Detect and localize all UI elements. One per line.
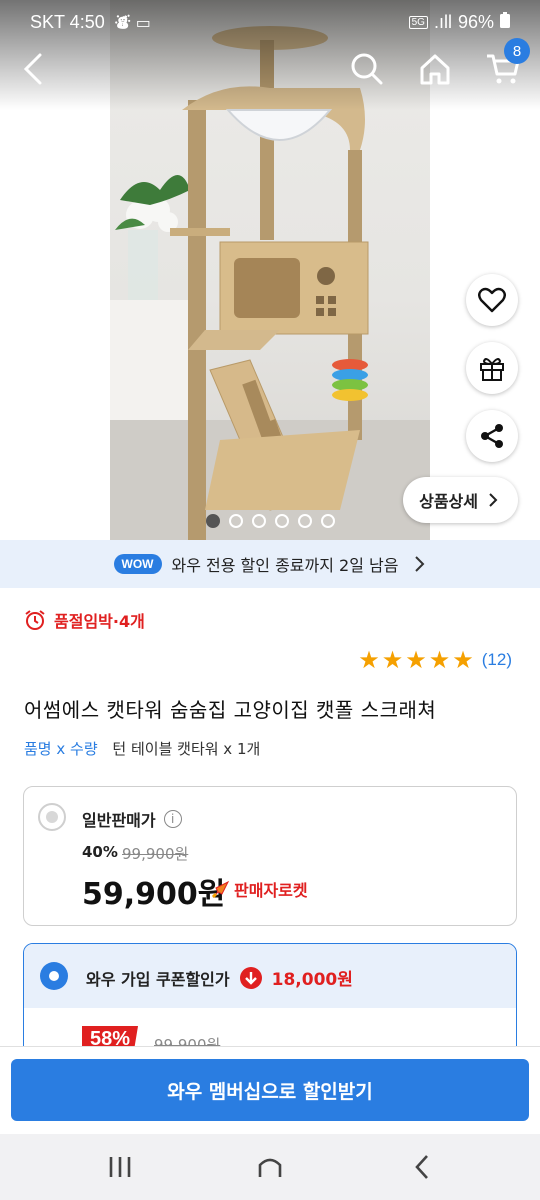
wishlist-button[interactable] (466, 274, 518, 326)
home-icon (420, 54, 450, 85)
system-home-icon (258, 1158, 282, 1177)
chevron-right-icon (489, 493, 498, 507)
wow-membership-cta-button[interactable]: 와우 멤버십으로 할인받기 (11, 1059, 529, 1121)
share-button[interactable] (466, 410, 518, 462)
product-title: 어썸에스 캣타워 숨숨집 고양이집 캣폴 스크래쳐 (24, 698, 437, 722)
general-price-label: 일반판매가 (82, 811, 156, 830)
rating[interactable]: ★ ★ ★ ★ ★ (12) (358, 648, 512, 672)
wow-banner-text: 와우 전용 할인 종료까지 2일 남음 (171, 556, 399, 575)
home-button[interactable] (410, 44, 460, 94)
arrow-down-icon (239, 966, 262, 989)
wow-price-radio[interactable] (40, 962, 68, 990)
wow-price-label-row: 와우 가입 쿠폰할인가 18,000원 (86, 965, 353, 990)
back-button[interactable] (8, 44, 58, 94)
battery-level: 96% (457, 11, 494, 32)
search-icon (351, 53, 383, 85)
status-bar: SKT 4:50 ⛇ ▭ 5G .ıll 96% (0, 0, 540, 44)
seller-rocket-label: 판매자로켓 (234, 881, 308, 900)
cart-button[interactable]: 8 (478, 38, 530, 94)
gift-icon (480, 358, 504, 381)
top-navigation: 8 (0, 38, 540, 94)
cart-count-badge: 8 (504, 38, 530, 64)
status-notification-icons: ⛇ ▭ (114, 12, 151, 32)
heart-icon (478, 287, 506, 313)
status-right: 5G .ıll 96% (408, 11, 510, 33)
network-5g-icon: 5G (408, 15, 428, 29)
gift-button[interactable] (466, 342, 518, 394)
stock-warning: 품절임박·4개 (24, 608, 145, 632)
star-icon: ★ (428, 646, 451, 674)
general-price-option[interactable]: 일반판매가 i 40% 99,900원 59,900원 판매자로켓 (23, 786, 517, 926)
info-icon[interactable]: i (163, 810, 182, 828)
search-button[interactable] (342, 44, 392, 94)
system-navigation-bar (0, 1134, 540, 1200)
system-home-button[interactable] (250, 1150, 290, 1184)
gallery-dot[interactable] (298, 514, 312, 528)
alarm-clock-icon (25, 610, 45, 630)
signal-icon: .ıll (433, 11, 452, 32)
general-price-label-row: 일반판매가 i (82, 807, 182, 831)
chevron-right-icon (415, 556, 425, 572)
gallery-dot[interactable] (229, 514, 243, 528)
rocket-icon (211, 880, 230, 899)
share-icon (481, 424, 503, 448)
product-detail-button[interactable]: 상품상세 (403, 477, 518, 523)
wow-coupon-amount: 18,000원 (271, 970, 353, 990)
option-key: 품명 x 수량 (24, 740, 98, 758)
star-icon: ★ (405, 646, 427, 674)
wow-discount-banner[interactable]: WOW 와우 전용 할인 종료까지 2일 남음 (0, 540, 540, 588)
general-original-price: 99,900원 (122, 845, 189, 863)
general-sale-price: 59,900원 (82, 877, 226, 912)
system-back-icon (415, 1155, 428, 1179)
gallery-dot[interactable] (206, 514, 220, 528)
review-count[interactable]: (12) (482, 650, 512, 670)
system-back-button[interactable] (402, 1150, 442, 1184)
recent-apps-button[interactable] (100, 1150, 140, 1184)
general-price-radio[interactable] (38, 803, 66, 831)
gallery-dot[interactable] (321, 514, 335, 528)
star-icon: ★ (358, 646, 380, 674)
product-detail-label: 상품상세 (419, 492, 478, 511)
gallery-dot[interactable] (252, 514, 266, 528)
wow-price-label: 와우 가입 쿠폰할인가 (86, 969, 230, 989)
recent-apps-icon (109, 1157, 131, 1177)
wow-badge: WOW (113, 554, 162, 574)
selected-option[interactable]: 품명 x 수량 턴 테이블 캣타워 x 1개 (24, 738, 260, 759)
chevron-left-icon (23, 53, 42, 85)
stock-warning-text: 품절임박·4개 (54, 612, 145, 631)
option-value: 턴 테이블 캣타워 x 1개 (112, 740, 261, 758)
general-discount-rate: 40% (82, 843, 118, 861)
battery-icon (500, 11, 510, 33)
seller-rocket-badge: 판매자로켓 (210, 877, 308, 901)
star-icon: ★ (452, 646, 474, 674)
star-icon: ★ (381, 646, 404, 674)
gallery-dot[interactable] (275, 514, 289, 528)
gallery-pagination (206, 514, 335, 528)
status-time: SKT 4:50 (30, 11, 105, 32)
